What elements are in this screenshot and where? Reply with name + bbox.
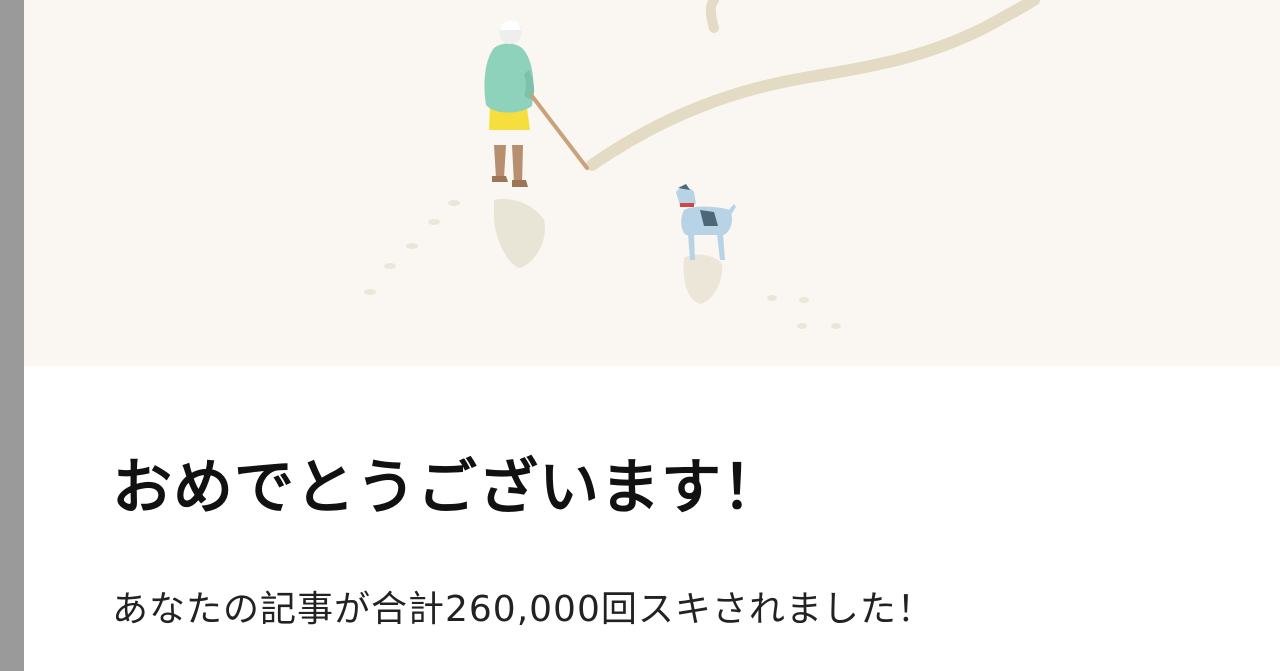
notification-card: おめでとうございます！ あなたの記事が合計260,000回スキされました！ [24, 0, 1280, 671]
footprints [364, 200, 841, 329]
like-count-message: あなたの記事が合計260,000回スキされました！ [112, 589, 934, 630]
hero-illustration [24, 0, 1280, 366]
path-icon [586, 0, 1040, 171]
congratulations-title: おめでとうございます！ [112, 453, 783, 523]
person-walking-icon [484, 20, 589, 268]
illustration-svg [364, 0, 1040, 329]
message-panel: おめでとうございます！ あなたの記事が合計260,000回スキされました！ [24, 366, 1280, 671]
left-edge-bar [0, 0, 24, 671]
screen: おめでとうございます！ あなたの記事が合計260,000回スキされました！ [0, 0, 1280, 671]
dog-icon [676, 184, 736, 304]
